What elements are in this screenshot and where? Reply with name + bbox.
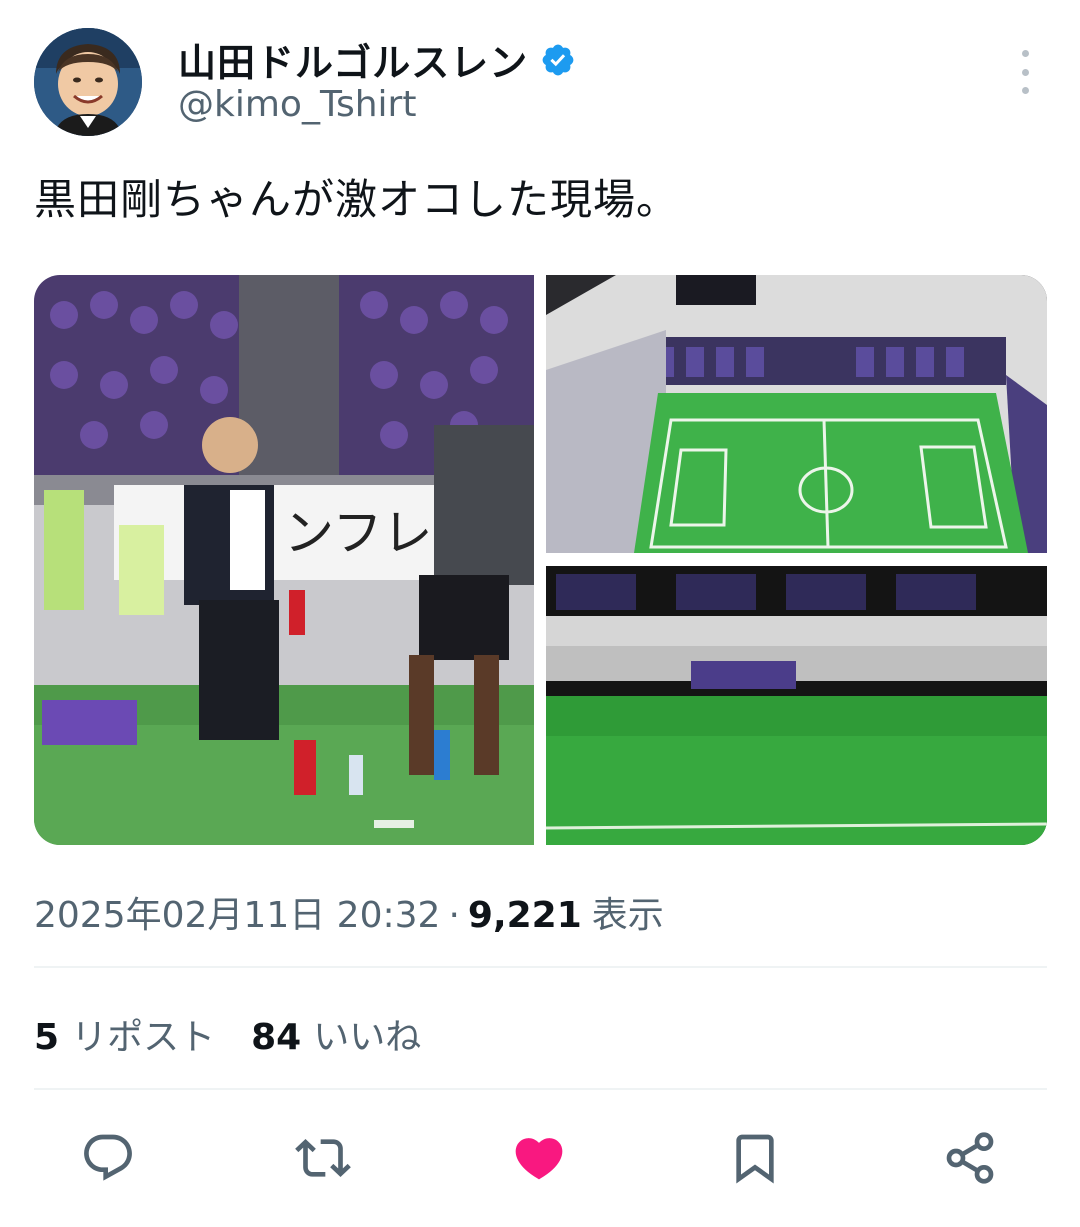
meta-separator: · (448, 895, 460, 936)
reply-button[interactable] (78, 1128, 138, 1188)
share-icon (946, 1132, 994, 1184)
likes-label[interactable]: いいね (313, 1008, 421, 1060)
reply-icon (84, 1134, 132, 1181)
divider-top (34, 966, 1047, 968)
divider-bottom (34, 1088, 1047, 1090)
reposts-count[interactable]: 5 (34, 1017, 59, 1058)
repost-button[interactable] (293, 1128, 353, 1188)
display-name[interactable]: 山田ドルゴルスレン (178, 32, 528, 87)
likes-count[interactable]: 84 (251, 1017, 301, 1058)
photo-stadium-model-top[interactable] (546, 275, 1047, 553)
share-button[interactable] (940, 1128, 1000, 1188)
like-button[interactable] (509, 1128, 569, 1188)
reposts-label[interactable]: リポスト (71, 1008, 215, 1060)
verified-badge-icon (542, 44, 574, 75)
like-icon (515, 1138, 563, 1180)
repost-icon (295, 1139, 351, 1177)
media-grid: ンフレッ (34, 275, 1047, 845)
timestamp[interactable]: 2025年02月11日 20:32 (34, 886, 440, 938)
tweet-meta: 2025年02月11日 20:32 · 9,221 表示 (34, 886, 664, 938)
avatar[interactable] (34, 28, 142, 136)
views-count: 9,221 (467, 895, 582, 936)
action-bar (0, 1128, 1080, 1188)
views-label: 表示 (591, 895, 664, 936)
bookmark-icon (736, 1134, 774, 1184)
photo-stadium-model-close[interactable] (546, 566, 1047, 845)
photo-coach-sideline[interactable]: ンフレッ (34, 275, 534, 845)
more-options-icon[interactable] (1008, 50, 1042, 94)
tweet-text: 黒田剛ちゃんが激オコした現場。 (34, 175, 680, 224)
handle[interactable]: @kimo_Tshirt (178, 84, 416, 125)
engagement-stats: 5 リポスト 84 いいね (34, 1008, 457, 1060)
bookmark-button[interactable] (725, 1128, 785, 1188)
